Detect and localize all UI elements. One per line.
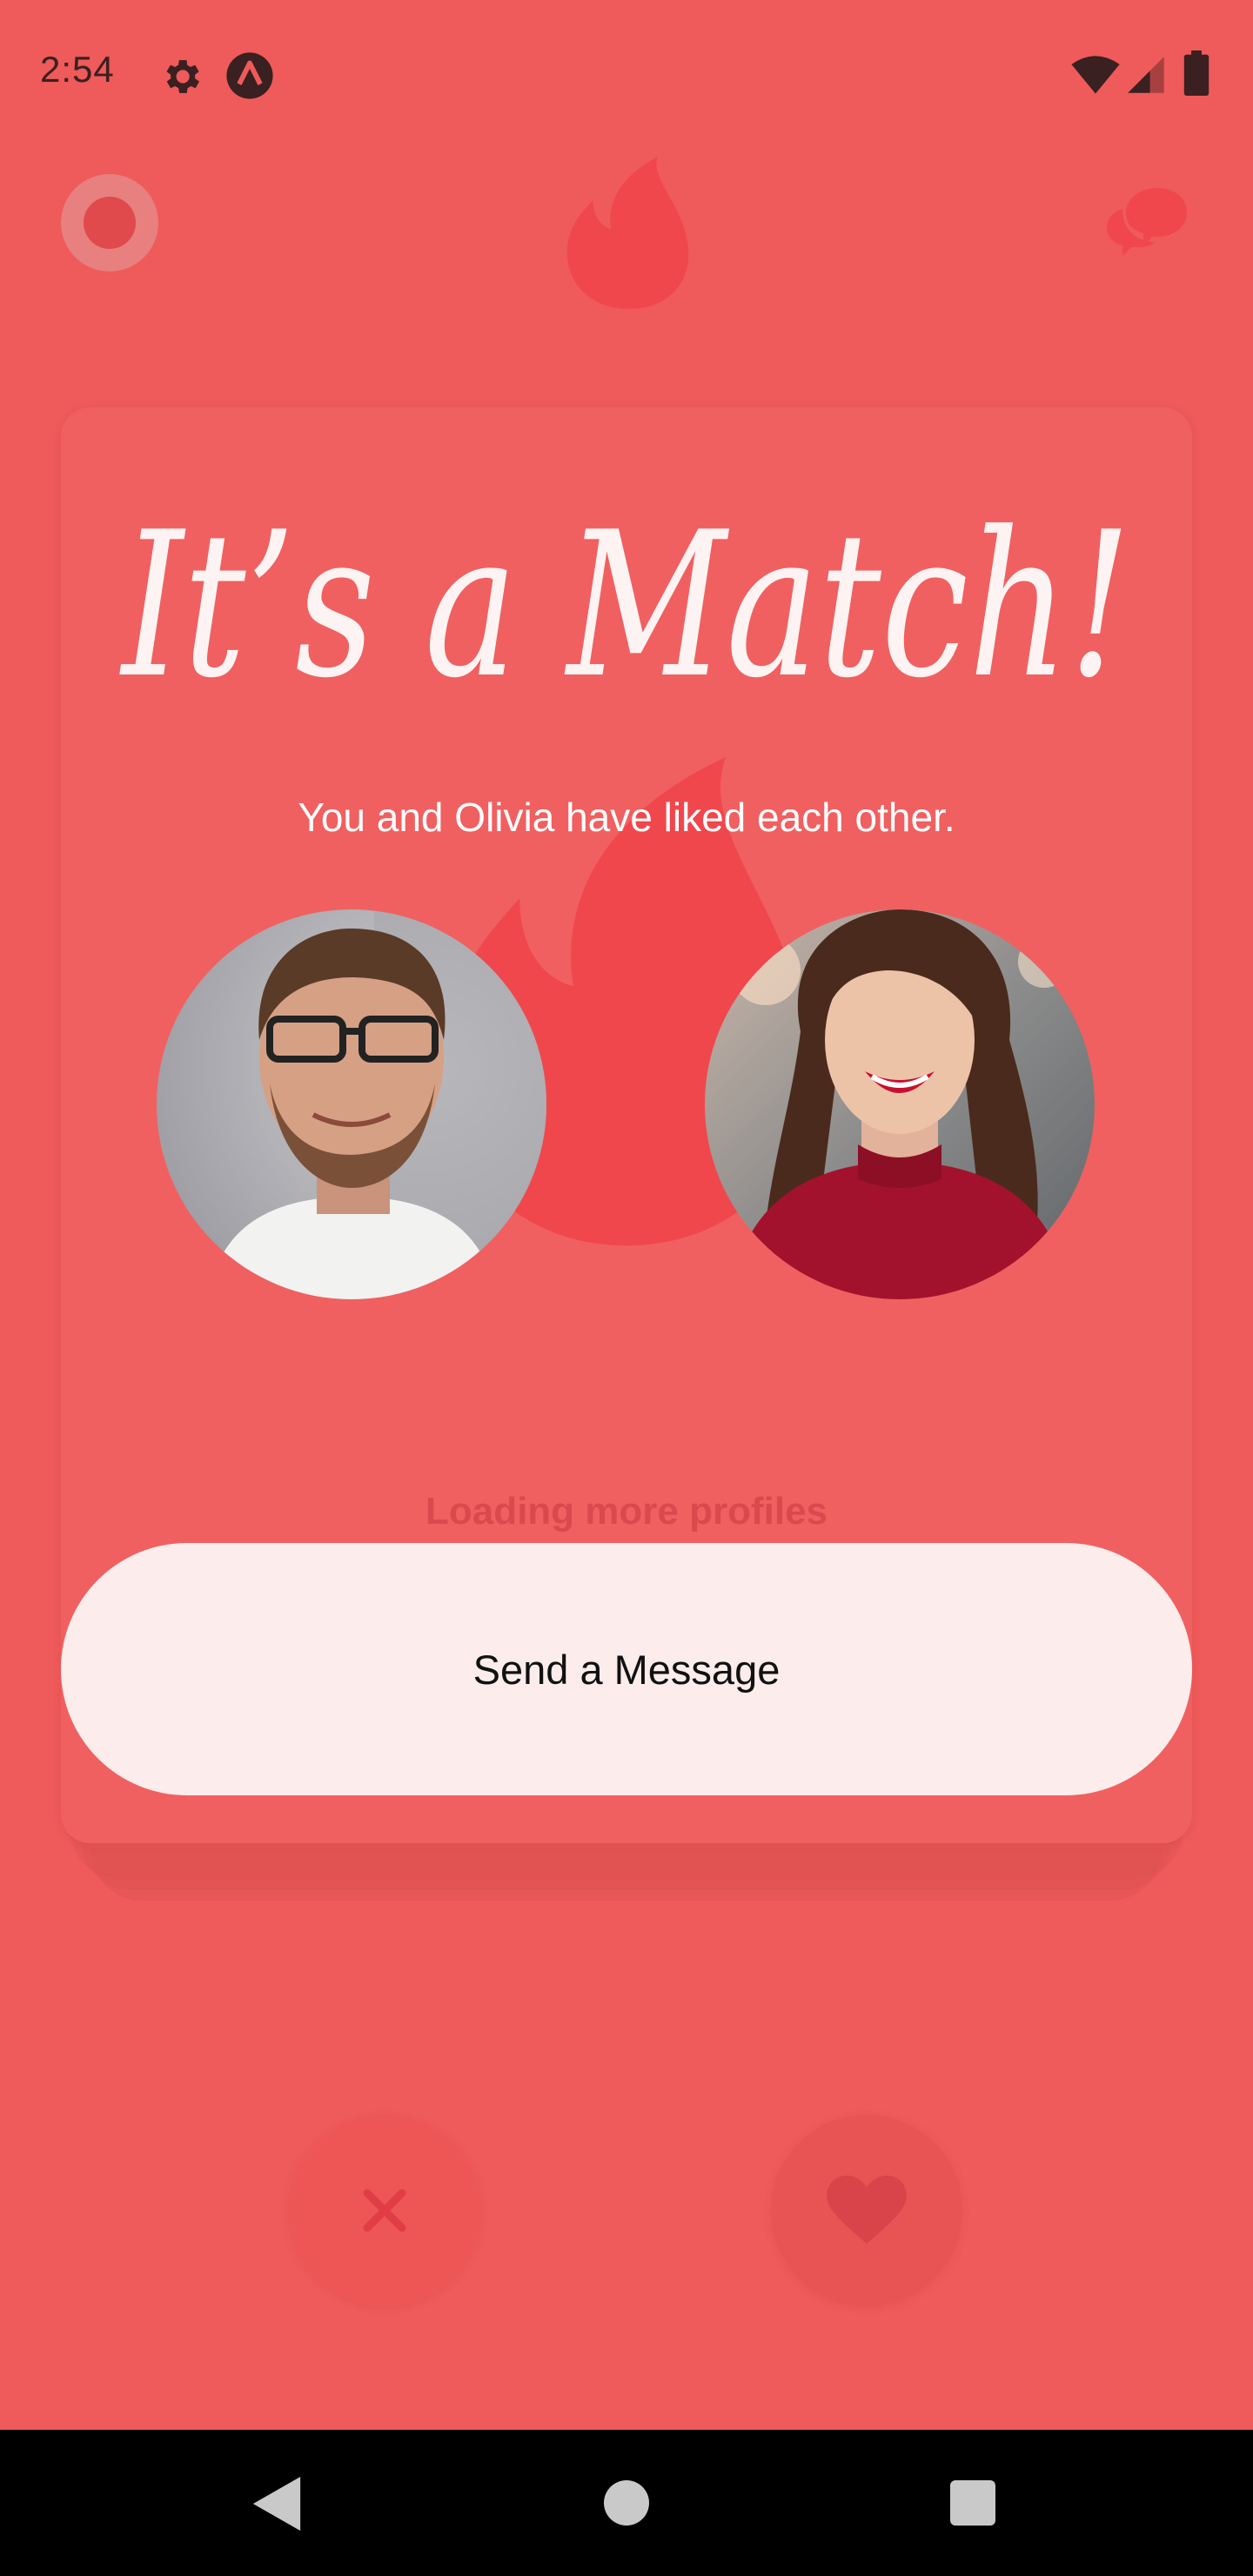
loading-text: Loading more profiles xyxy=(425,1490,828,1533)
recents-icon[interactable] xyxy=(950,2480,995,2526)
chat-icon[interactable] xyxy=(1105,181,1189,265)
signal-icon xyxy=(1128,57,1164,93)
close-icon xyxy=(363,2189,406,2232)
app-icon xyxy=(226,52,273,99)
wifi-icon xyxy=(1071,56,1120,94)
match-subtitle: You and Olivia have liked each other. xyxy=(298,795,955,840)
like-button[interactable] xyxy=(771,2115,962,2306)
dislike-button[interactable] xyxy=(289,2115,480,2306)
match-title: It’s a Match! xyxy=(119,490,1131,722)
send-message-button[interactable]: Send a Message xyxy=(61,1543,1192,1795)
svg-text:It’s a Match!: It’s a Match! xyxy=(119,490,1131,722)
card-stack-edge xyxy=(90,1848,1163,1901)
flame-logo-icon xyxy=(566,157,689,310)
heart-icon xyxy=(827,2175,907,2244)
profile-icon[interactable] xyxy=(61,174,158,272)
gear-icon xyxy=(166,60,200,93)
back-icon[interactable] xyxy=(252,2477,301,2531)
battery-icon xyxy=(1183,50,1209,96)
user-avatar xyxy=(157,909,546,1299)
home-icon[interactable] xyxy=(604,2480,649,2526)
status-time: 2:54 xyxy=(40,49,115,90)
match-avatar xyxy=(705,909,1095,1299)
